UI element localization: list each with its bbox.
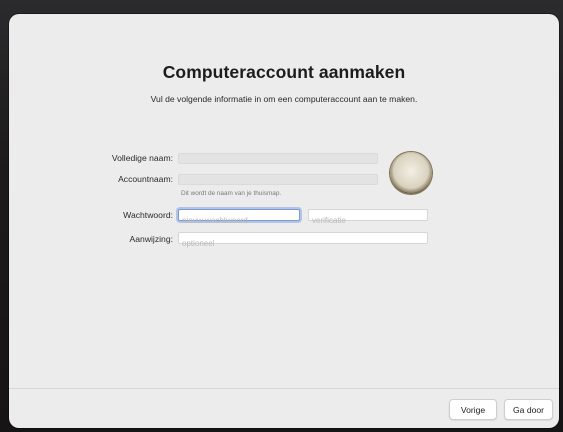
account-name-field[interactable] <box>178 174 378 190</box>
full-name-input[interactable] <box>179 160 377 169</box>
back-button[interactable]: Vorige <box>449 399 497 420</box>
user-picture-avatar[interactable] <box>390 152 432 194</box>
full-name-label: Volledige naam: <box>111 153 173 163</box>
password-field[interactable] <box>178 209 300 226</box>
account-name-input[interactable] <box>179 181 377 190</box>
password-hint-field[interactable] <box>178 232 428 249</box>
account-name-label: Accountnaam: <box>118 174 173 184</box>
account-name-hint: Dit wordt de naam van je thuismap. <box>181 190 282 197</box>
password-hint-label: Aanwijzing: <box>129 234 173 244</box>
password-verify-field[interactable] <box>308 209 428 226</box>
password-hint-input[interactable] <box>179 238 427 249</box>
password-input[interactable] <box>179 215 299 226</box>
password-verify-input[interactable] <box>309 215 427 226</box>
setup-assistant-window: Computeraccount aanmaken Vul de volgende… <box>9 14 559 428</box>
footer-divider <box>9 388 559 389</box>
page-title: Computeraccount aanmaken <box>162 62 406 82</box>
page-subtitle: Vul de volgende informatie in om een com… <box>150 94 418 104</box>
continue-button[interactable]: Ga door <box>504 399 553 420</box>
full-name-field[interactable] <box>178 153 378 169</box>
password-label: Wachtwoord: <box>123 210 173 220</box>
